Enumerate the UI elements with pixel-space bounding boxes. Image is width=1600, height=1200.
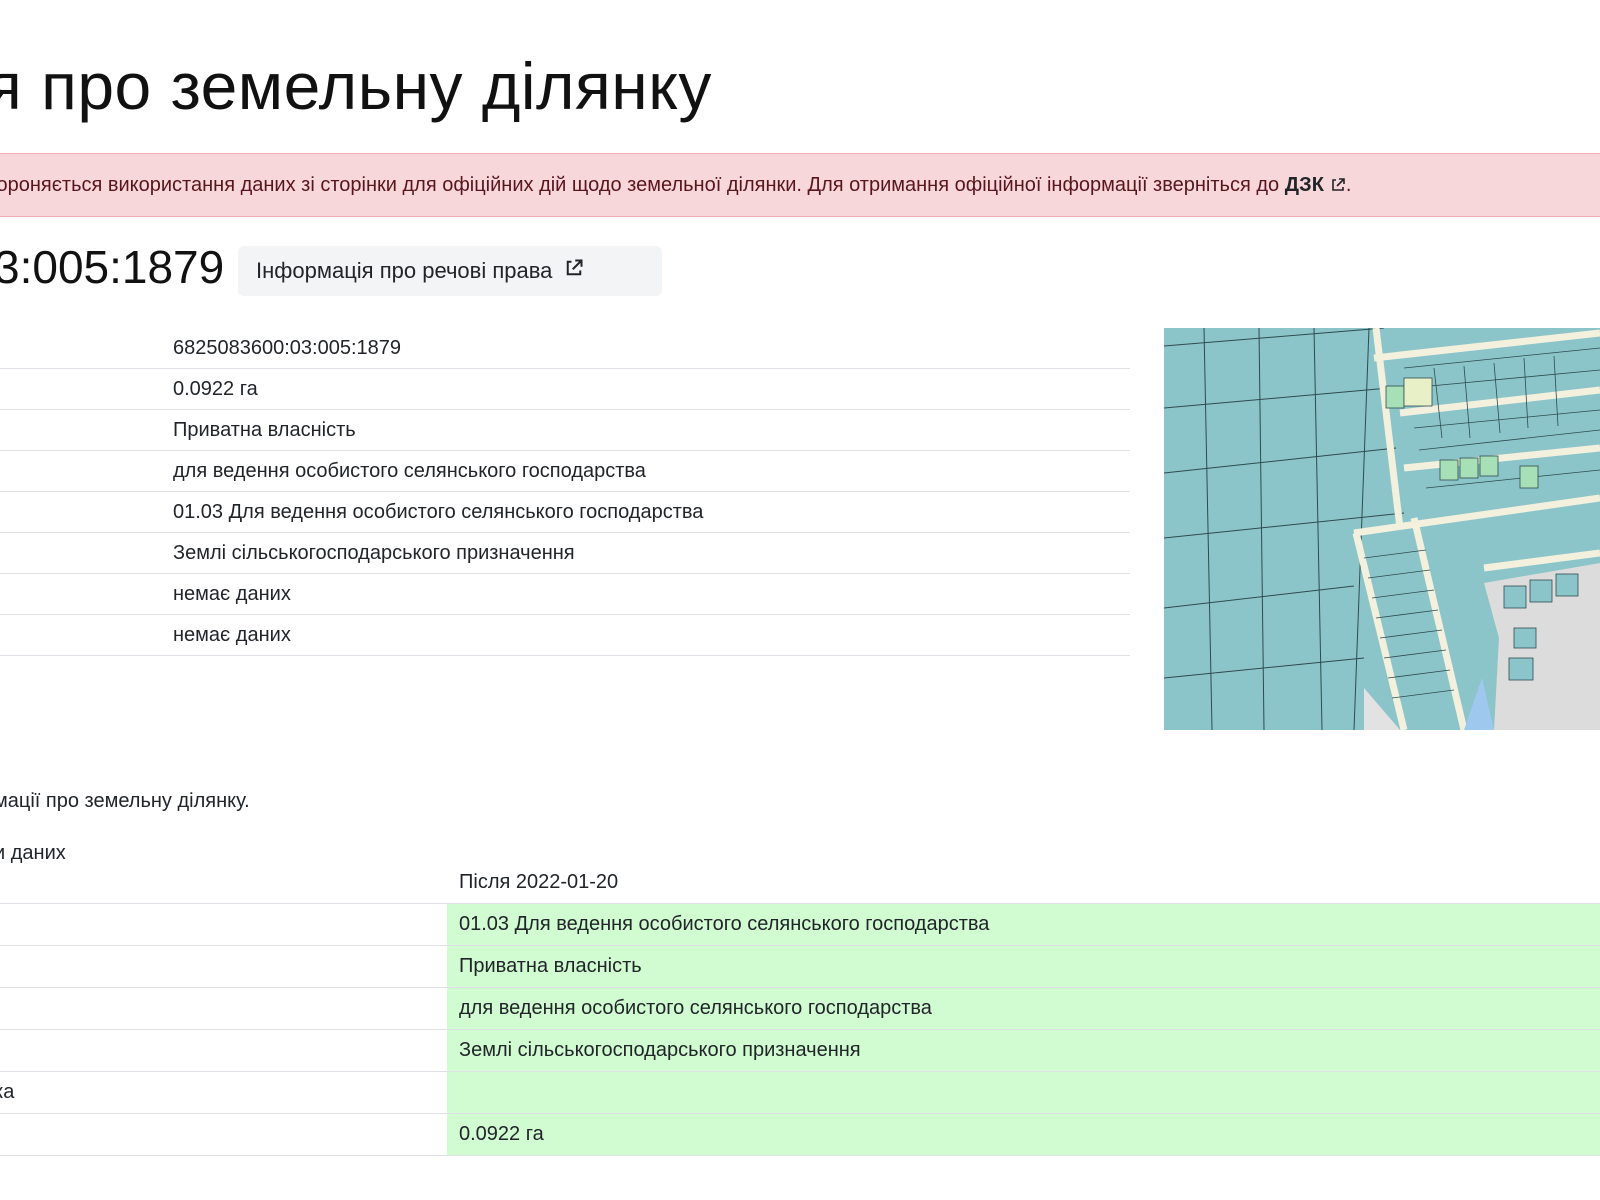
property-rights-button[interactable]: Інформація про речові права	[238, 246, 662, 296]
table-row: для ведення особистого селянського госпо…	[0, 988, 1600, 1030]
table-row: Землі сільськогосподарського призначення	[0, 1030, 1600, 1072]
row-value: 0.0922 га	[447, 1114, 1600, 1155]
info-note: мації про земельну ділянку.	[0, 790, 250, 812]
info-value: Землі сільськогосподарського призначення	[173, 541, 575, 564]
info-value: для ведення особистого селянського госпо…	[173, 459, 646, 482]
row-value	[447, 1072, 1600, 1113]
header-label-cell	[0, 862, 447, 903]
info-row-extra-2: немає даних	[0, 615, 1130, 656]
info-row-cadastral: 6825083600:03:005:1879	[0, 328, 1130, 369]
info-value: Приватна власність	[173, 418, 356, 441]
table-row: 01.03 Для ведення особистого селянського…	[0, 904, 1600, 946]
parcel-info-table: 6825083600:03:005:1879 0.0922 га Приватн…	[0, 328, 1130, 656]
info-row-purpose-code: 01.03 Для ведення особистого селянського…	[0, 492, 1130, 533]
row-label	[0, 904, 447, 945]
comparison-table: Після 2022-01-20 01.03 Для ведення особи…	[0, 862, 1600, 1156]
info-row-extra-1: немає даних	[0, 574, 1130, 615]
info-row-purpose: для ведення особистого селянського госпо…	[0, 451, 1130, 492]
table-row: Приватна власність	[0, 946, 1600, 988]
row-label	[0, 988, 447, 1029]
row-value: Приватна власність	[447, 946, 1600, 987]
row-label	[0, 1030, 447, 1071]
table-row: ка	[0, 1072, 1600, 1114]
row-label	[0, 946, 447, 987]
property-rights-label: Інформація про речові права	[256, 258, 553, 283]
row-label	[0, 1114, 447, 1155]
info-value: 0.0922 га	[173, 377, 258, 400]
info-value: 6825083600:03:005:1879	[173, 336, 402, 359]
info-row-area: 0.0922 га	[0, 369, 1130, 410]
external-link-icon[interactable]	[1330, 156, 1346, 218]
info-value: немає даних	[173, 623, 291, 646]
alert-suffix: .	[1345, 174, 1352, 196]
external-link-icon	[564, 258, 584, 284]
info-row-category: Землі сільськогосподарського призначення	[0, 533, 1130, 574]
table-row: 0.0922 га	[0, 1114, 1600, 1156]
info-value: немає даних	[173, 582, 291, 605]
dzk-link[interactable]: ДЗК	[1285, 174, 1324, 196]
row-value: для ведення особистого селянського госпо…	[447, 988, 1600, 1029]
cadastral-map[interactable]	[1164, 328, 1600, 730]
disclaimer-alert: бороняється використання даних зі сторін…	[0, 153, 1600, 217]
info-row-ownership: Приватна власність	[0, 410, 1130, 451]
page-title: я про земельну ділянку	[0, 49, 712, 123]
info-value: 01.03 Для ведення особистого селянського…	[173, 500, 704, 523]
alert-text: бороняється використання даних зі сторін…	[0, 174, 1285, 196]
comparison-header-row: Після 2022-01-20	[0, 862, 1600, 904]
cadastral-number-heading: 3:005:1879	[0, 241, 225, 293]
row-value: Землі сільськогосподарського призначення	[447, 1030, 1600, 1071]
row-label: ка	[0, 1081, 15, 1103]
header-value-cell: Після 2022-01-20	[459, 871, 619, 893]
row-value: 01.03 Для ведення особистого селянського…	[447, 904, 1600, 945]
